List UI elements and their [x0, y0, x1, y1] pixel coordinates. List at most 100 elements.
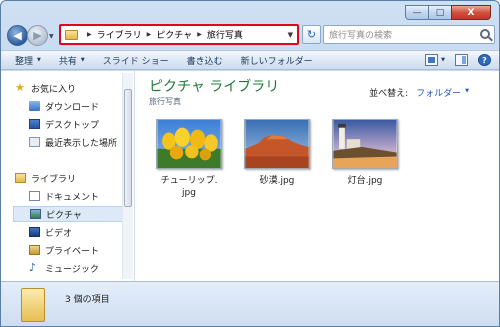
sidebar-item-label: お気に入り [31, 84, 77, 95]
chevron-down-icon: ▼ [80, 57, 85, 63]
burn-button[interactable]: 書き込む [187, 54, 223, 67]
file-name-line: 砂漠.jpg [259, 176, 295, 186]
sidebar-item-documents[interactable]: ドキュメント [29, 189, 99, 203]
file-name-line: jpg [182, 188, 196, 198]
file-name-line: 灯台.jpg [347, 176, 383, 186]
library-subtitle: 旅行写真 [149, 97, 181, 106]
slideshow-button[interactable]: スライド ショー [103, 54, 169, 67]
chevron-down-icon: ▼ [37, 57, 41, 63]
sidebar-item-recent[interactable]: 最近表示した場所 [29, 135, 117, 149]
address-dropdown-icon[interactable]: ▼ [288, 31, 293, 39]
share-button[interactable]: 共有 ▼ [59, 54, 85, 67]
organize-button[interactable]: 整理 ▼ [15, 54, 41, 67]
change-view-icon[interactable] [425, 54, 439, 66]
download-folder-icon [29, 101, 40, 111]
navigation-pane-scrollbar[interactable] [122, 73, 133, 279]
sidebar-item-private[interactable]: プライベート [29, 243, 99, 257]
sidebar-item-label: デスクトップ [45, 120, 100, 131]
file-name-line: チューリップ. [160, 176, 218, 186]
sidebar-item-label: ピクチャ [46, 210, 82, 221]
search-placeholder: 旅行写真の検索 [329, 31, 393, 41]
history-dropdown-icon[interactable]: ▼ [49, 33, 54, 40]
sidebar-item-label: 最近表示した場所 [45, 138, 118, 149]
new-folder-button[interactable]: 新しいフォルダー [241, 54, 313, 67]
view-dropdown-icon[interactable]: ▼ [441, 57, 445, 63]
organize-label: 整理 [15, 56, 34, 67]
tulip-thumbnail [156, 119, 222, 169]
breadcrumb-item-libraries[interactable]: ライブラリ [97, 28, 142, 41]
sidebar-item-label: ドキュメント [45, 192, 100, 203]
file-item-tulip[interactable]: チューリップ. jpg [149, 119, 229, 199]
sidebar-item-label: ミュージック [45, 264, 99, 275]
folder-icon [65, 29, 78, 40]
sidebar-item-desktop[interactable]: デスクトップ [29, 117, 99, 131]
slideshow-label: スライド ショー [102, 56, 169, 67]
back-button[interactable]: ◀ [7, 25, 28, 46]
forward-arrow-icon: ▶ [33, 29, 42, 42]
back-arrow-icon: ◀ [13, 29, 22, 42]
sidebar-item-libraries[interactable]: ライブラリ [15, 171, 76, 185]
music-note-icon: ♪ [29, 261, 37, 274]
breadcrumb-separator-icon[interactable]: ▶ [197, 31, 202, 38]
preview-pane-icon[interactable] [455, 54, 468, 66]
refresh-button[interactable]: ↻ [302, 25, 321, 44]
sidebar-item-label: ビデオ [45, 228, 73, 239]
content-pane: ピクチャ ライブラリ 旅行写真 並べ替え: フォルダー ▼ チューリップ. jp… [135, 71, 499, 281]
private-folder-icon [29, 245, 40, 255]
folder-icon [21, 288, 45, 322]
library-icon [15, 173, 26, 183]
maximize-button[interactable]: □ [428, 5, 452, 20]
sidebar-item-downloads[interactable]: ダウンロード [29, 99, 99, 113]
search-icon [480, 29, 490, 39]
explorer-window: — □ X ◀ ▶ ▼ ▶ ライブラリ ▶ ピクチャ ▶ 旅行写真 ▼ ↻ 旅行… [0, 0, 500, 327]
refresh-icon: ↻ [306, 28, 317, 41]
arrange-label: 並べ替え: [369, 89, 409, 99]
file-item-lighthouse[interactable]: 灯台.jpg [325, 119, 405, 199]
file-list: チューリップ. jpg 砂漠.jpg 灯台.jpg [149, 119, 413, 199]
caption-buttons: — □ X [405, 5, 491, 20]
item-count: 3 個の項目 [65, 295, 110, 305]
lighthouse-thumbnail [332, 119, 398, 169]
sidebar-item-pictures[interactable]: ピクチャ [13, 206, 123, 222]
desktop-icon [29, 119, 40, 129]
video-icon [29, 227, 40, 237]
forward-button[interactable]: ▶ [27, 25, 48, 46]
sidebar-item-favorites[interactable]: ★ お気に入り [15, 81, 76, 95]
sidebar-item-music[interactable]: ♪ ミュージック [29, 261, 99, 275]
details-pane: 3 個の項目 [1, 281, 499, 326]
breadcrumb-item-travel[interactable]: 旅行写真 [207, 28, 243, 41]
library-title: ピクチャ ライブラリ [149, 79, 280, 95]
recent-places-icon [29, 137, 40, 147]
file-name: 砂漠.jpg [237, 175, 317, 187]
share-label: 共有 [58, 56, 77, 67]
minimize-button[interactable]: — [405, 5, 429, 20]
toolbar-right: ▼ ? [415, 54, 491, 66]
breadcrumb-separator-icon[interactable]: ▶ [147, 31, 152, 38]
close-button[interactable]: X [451, 5, 491, 20]
search-input[interactable]: 旅行写真の検索 [323, 25, 495, 44]
file-name: チューリップ. jpg [149, 175, 229, 199]
help-icon[interactable]: ? [478, 54, 491, 66]
navigation-bar: ◀ ▶ ▼ ▶ ライブラリ ▶ ピクチャ ▶ 旅行写真 ▼ ↻ 旅行写真の検索 [7, 23, 495, 47]
sidebar-item-label: ライブラリ [31, 174, 77, 185]
pictures-icon [30, 209, 41, 219]
breadcrumb: ▶ ライブラリ ▶ ピクチャ ▶ 旅行写真 [82, 28, 243, 41]
command-bar: 整理 ▼ 共有 ▼ スライド ショー 書き込む 新しいフォルダー ▼ ? [1, 50, 499, 70]
document-icon [29, 191, 40, 201]
navigation-pane: ★ お気に入り ダウンロード デスクトップ 最近表示した場所 ライブラリ ドキュメ… [1, 71, 135, 281]
arrange-by: 並べ替え: フォルダー ▼ [369, 86, 469, 99]
sidebar-item-videos[interactable]: ビデオ [29, 225, 72, 239]
new-folder-label: 新しいフォルダー [240, 56, 313, 67]
address-bar[interactable]: ▶ ライブラリ ▶ ピクチャ ▶ 旅行写真 ▼ [59, 24, 299, 45]
breadcrumb-separator-icon[interactable]: ▶ [87, 31, 92, 38]
desert-thumbnail [244, 119, 310, 169]
arrange-dropdown[interactable]: フォルダー [416, 86, 461, 99]
sidebar-item-label: プライベート [45, 246, 100, 257]
breadcrumb-item-pictures[interactable]: ピクチャ [156, 28, 192, 41]
scrollbar-thumb[interactable] [124, 89, 132, 207]
file-item-desert[interactable]: 砂漠.jpg [237, 119, 317, 199]
chevron-down-icon[interactable]: ▼ [465, 86, 469, 99]
file-name: 灯台.jpg [325, 175, 405, 187]
sidebar-item-label: ダウンロード [45, 102, 100, 113]
star-icon: ★ [15, 81, 25, 94]
